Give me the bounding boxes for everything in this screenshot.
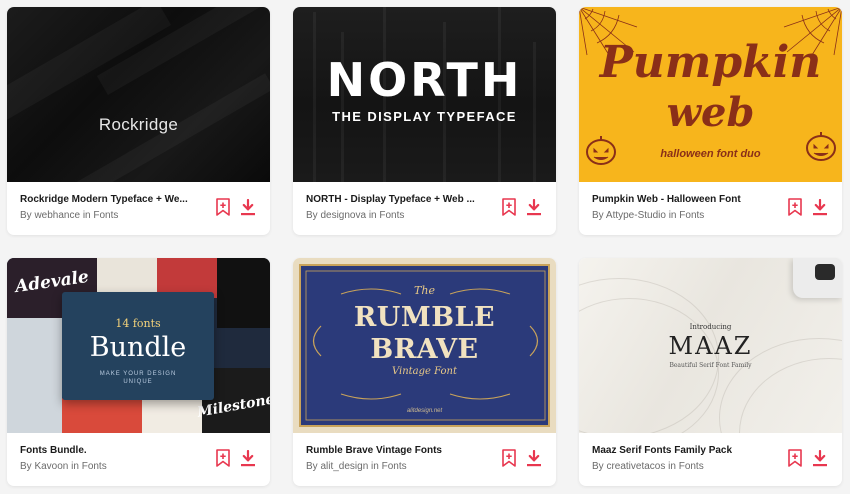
- thumbnail-title-text: BRAVE: [370, 334, 479, 365]
- bookmark-plus-icon[interactable]: [215, 449, 231, 467]
- card-byline[interactable]: By creativetacos in Fonts: [592, 461, 842, 472]
- bookmark-plus-icon[interactable]: [501, 449, 517, 467]
- thumbnail-title-text: MAAZ: [668, 332, 753, 360]
- card-meta: Rockridge Modern Typeface + We... By web…: [7, 182, 270, 235]
- download-icon[interactable]: [526, 450, 542, 467]
- thumbnail-title-text: RUMBLE: [353, 302, 496, 333]
- font-card[interactable]: Adevale Milestone 14 fonts Bundle MAKE Y…: [7, 258, 270, 486]
- thumbnail-subtitle-text: Vintage Font: [391, 366, 458, 377]
- bookmark-plus-icon[interactable]: [215, 198, 231, 216]
- card-byline[interactable]: By webhance in Fonts: [20, 210, 270, 221]
- thumbnail-title-text: Bundle: [89, 332, 187, 363]
- thumbnail-count-text: 14 fonts: [115, 317, 161, 330]
- thumbnail-subtitle-text: Introducing: [689, 323, 732, 331]
- thumbnail-subtitle-text: halloween font duo: [660, 148, 761, 160]
- card-meta: Pumpkin Web - Halloween Font By Attype-S…: [579, 182, 842, 235]
- card-byline[interactable]: By alit_design in Fonts: [306, 461, 556, 472]
- thumbnail-title-text: web: [666, 89, 755, 136]
- thumbnail-title-text: NORTH: [326, 53, 523, 107]
- card-meta: Rumble Brave Vintage Fonts By alit_desig…: [293, 433, 556, 486]
- font-results-grid: Rockridge Rockridge Modern Typeface + We…: [0, 0, 850, 494]
- card-meta: Fonts Bundle. By Kavoon in Fonts: [7, 433, 270, 486]
- card-title[interactable]: Maaz Serif Fonts Family Pack: [592, 445, 767, 456]
- card-title[interactable]: Rumble Brave Vintage Fonts: [306, 445, 481, 456]
- thumbnail-site-text: alitdesign.net: [406, 408, 443, 414]
- vintage-frame: The RUMBLE BRAVE Vintage Font alitdesign…: [299, 264, 550, 427]
- card-title[interactable]: Rockridge Modern Typeface + We...: [20, 194, 195, 205]
- card-meta: Maaz Serif Fonts Family Pack By creative…: [579, 433, 842, 486]
- font-card[interactable]: Pumpkin web halloween font duo Pumpkin W…: [579, 7, 842, 235]
- tagline-line: MAKE YOUR DESIGN: [99, 371, 177, 377]
- bookmark-plus-icon[interactable]: [787, 198, 803, 216]
- thumbnail-title-text: Pumpkin: [599, 37, 822, 88]
- font-card[interactable]: Introducing MAAZ Beautiful Serif Font Fa…: [579, 258, 842, 486]
- font-card[interactable]: NORTH THE DISPLAY TYPEFACE NORTH - Displ…: [293, 7, 556, 235]
- card-byline[interactable]: By Attype-Studio in Fonts: [592, 210, 842, 221]
- tagline-line: UNIQUE: [123, 379, 153, 385]
- thumbnail-subtitle-text: The: [414, 284, 435, 297]
- bundle-label-box: 14 fonts Bundle MAKE YOUR DESIGN UNIQUE: [62, 292, 214, 400]
- thumbnail-tagline: MAKE YOUR DESIGN UNIQUE: [62, 370, 214, 386]
- card-thumbnail[interactable]: The RUMBLE BRAVE Vintage Font alitdesign…: [293, 258, 556, 433]
- download-icon[interactable]: [526, 199, 542, 216]
- card-thumbnail[interactable]: Rockridge: [7, 7, 270, 182]
- card-byline[interactable]: By designova in Fonts: [306, 210, 556, 221]
- card-title[interactable]: NORTH - Display Typeface + Web ...: [306, 194, 481, 205]
- font-card[interactable]: The RUMBLE BRAVE Vintage Font alitdesign…: [293, 258, 556, 486]
- card-thumbnail[interactable]: Adevale Milestone 14 fonts Bundle MAKE Y…: [7, 258, 270, 433]
- camera-device-graphic: [793, 258, 842, 298]
- thumbnail-subtitle-text: THE DISPLAY TYPEFACE: [332, 109, 517, 124]
- card-thumbnail[interactable]: NORTH THE DISPLAY TYPEFACE: [293, 7, 556, 182]
- thumbnail-title-text: Rockridge: [98, 115, 179, 134]
- bookmark-plus-icon[interactable]: [501, 198, 517, 216]
- download-icon[interactable]: [240, 450, 256, 467]
- download-icon[interactable]: [812, 450, 828, 467]
- download-icon[interactable]: [240, 199, 256, 216]
- card-byline[interactable]: By Kavoon in Fonts: [20, 461, 270, 472]
- card-title[interactable]: Fonts Bundle.: [20, 445, 195, 456]
- download-icon[interactable]: [812, 199, 828, 216]
- font-card[interactable]: Rockridge Rockridge Modern Typeface + We…: [7, 7, 270, 235]
- card-title[interactable]: Pumpkin Web - Halloween Font: [592, 194, 767, 205]
- thumbnail-subtitle-text: Beautiful Serif Font Family: [669, 362, 752, 369]
- bookmark-plus-icon[interactable]: [787, 449, 803, 467]
- card-thumbnail[interactable]: Pumpkin web halloween font duo: [579, 7, 842, 182]
- card-meta: NORTH - Display Typeface + Web ... By de…: [293, 182, 556, 235]
- card-thumbnail[interactable]: Introducing MAAZ Beautiful Serif Font Fa…: [579, 258, 842, 433]
